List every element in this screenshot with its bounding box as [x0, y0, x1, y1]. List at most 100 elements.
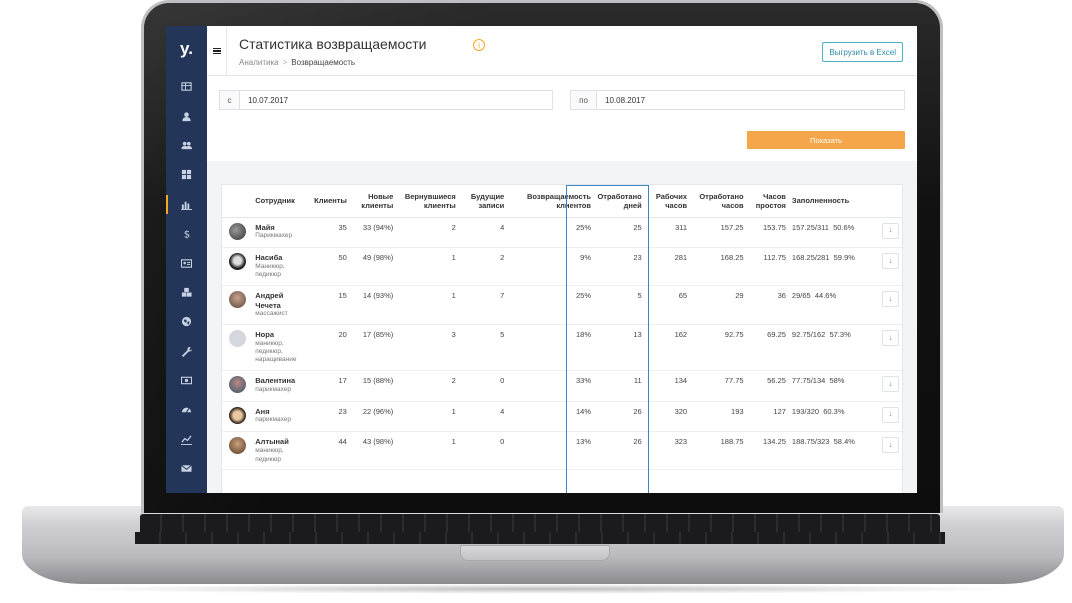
table-row: Майя Парикмахер 35 33 (94%) 2 4 25% 25 311 157.25… [222, 217, 902, 249]
breadcrumb-analytics[interactable]: Аналитика [239, 58, 279, 67]
idle-hours-cell: 134.25 [746, 431, 789, 470]
work-hours-cell: 323 [644, 431, 691, 470]
returned-clients-cell: 2 [396, 217, 459, 249]
employee-name[interactable]: Андрей Чечета [255, 291, 308, 311]
download-icon[interactable]: ↓ [882, 290, 899, 307]
header-fill[interactable]: Заполненность [788, 185, 878, 218]
fill-percent: 44.6% [814, 290, 837, 300]
sidebar-item-users[interactable] [166, 131, 207, 160]
future-bookings-cell: 7 [458, 285, 508, 325]
sidebar-item-table[interactable] [166, 72, 207, 101]
date-from-prefix: с [220, 91, 240, 109]
fill-ratio: 193/320 [791, 406, 820, 416]
return-stats-table: Сотрудник Клиенты Новые клиенты Вернувши… [221, 184, 903, 493]
download-icon[interactable]: ↓ [882, 375, 899, 392]
mail-icon [181, 465, 192, 472]
sidebar-item-id-card[interactable] [166, 248, 207, 277]
employee-role: парикмахер [255, 416, 291, 424]
employee-name[interactable]: Майя [255, 223, 308, 233]
employee-name[interactable]: Насиба [255, 253, 308, 263]
new-clients-cell: 33 (94%) [349, 217, 397, 249]
header-work-hours[interactable]: Рабочих часов [644, 185, 691, 218]
dashboard-icon [181, 408, 192, 414]
info-icon[interactable]: i [473, 39, 485, 51]
sidebar-item-line-chart[interactable] [166, 425, 207, 454]
date-to-field[interactable]: по 10.08.2017 [570, 90, 905, 110]
sidebar-item-grid[interactable] [166, 160, 207, 189]
days-worked-cell: 5 [594, 285, 645, 325]
download-icon[interactable]: ↓ [882, 222, 899, 239]
returned-clients-cell: 1 [396, 285, 459, 325]
idle-hours-cell: 112.75 [746, 247, 789, 286]
employee-name[interactable]: Валентина [255, 376, 308, 386]
table-row: Валентина парикмахер 17 15 (88%) 2 0 33% 11 134 7… [222, 370, 902, 402]
sidebar-item-money[interactable] [166, 366, 207, 395]
breadcrumb-current: Возвращаемость [291, 58, 356, 67]
table-row: Нора маникюр, педикюр, наращивание 20 17 (85%… [222, 324, 902, 371]
sidebar-item-mail[interactable] [166, 454, 207, 483]
header-future-bookings[interactable]: Будущие записи [458, 185, 508, 218]
worked-hours-cell: 92.75 [690, 324, 747, 371]
page-title: Статистика возвращаемости [239, 36, 427, 52]
header-returned-clients[interactable]: Вернувшиеся клиенты [396, 185, 459, 218]
employee-name[interactable]: Нора [255, 330, 308, 340]
new-clients-cell: 15 (88%) [349, 370, 397, 402]
new-clients-cell: 49 (98%) [349, 247, 397, 286]
breadcrumb-separator: > [282, 58, 288, 67]
clients-cell: 50 [310, 247, 350, 286]
sidebar-item-globe[interactable] [166, 307, 207, 336]
app-screen: y. $ Статистика возвращаемости i Аналити… [166, 26, 917, 493]
date-to-value[interactable]: 10.08.2017 [597, 91, 645, 109]
header-idle-hours[interactable]: Часов простоя [746, 185, 789, 218]
employee-role: Маникюр, педикюр [255, 263, 285, 279]
line-chart-icon [181, 435, 192, 445]
new-clients-cell: 17 (85%) [349, 324, 397, 371]
days-worked-cell: 11 [594, 370, 645, 402]
header-clients[interactable]: Клиенты [310, 185, 350, 218]
employee-role: маникюр, педикюр, наращивание [255, 339, 297, 364]
header-return-rate[interactable]: Возвращаемость клиентов [507, 185, 594, 218]
fill-ratio: 92.75/162 [791, 329, 826, 339]
sidebar-item-dashboard[interactable] [166, 395, 207, 424]
avatar [229, 329, 246, 347]
download-icon[interactable]: ↓ [882, 406, 899, 423]
download-icon[interactable]: ↓ [882, 329, 899, 346]
worked-hours-cell: 29 [690, 285, 747, 325]
avatar [229, 375, 246, 393]
menu-icon[interactable] [207, 26, 227, 76]
sidebar-item-bar-chart[interactable] [166, 190, 207, 219]
svg-text:$: $ [184, 230, 190, 239]
header-employee[interactable]: Сотрудник [252, 185, 311, 218]
export-excel-button[interactable]: Выгрузить в Excel [822, 42, 903, 62]
employee-name[interactable]: Алтынай [255, 437, 308, 447]
download-icon[interactable]: ↓ [882, 437, 899, 454]
clients-cell: 35 [310, 217, 350, 249]
show-button[interactable]: Показать [747, 131, 905, 149]
work-hours-cell: 281 [644, 247, 691, 286]
sidebar-item-cubes[interactable] [166, 278, 207, 307]
breadcrumb: Аналитика > Возвращаемость [239, 58, 355, 67]
avatar [229, 253, 246, 271]
date-from-value[interactable]: 10.07.2017 [240, 91, 288, 109]
header-avatar [222, 185, 253, 218]
work-hours-cell: 311 [644, 217, 691, 249]
header-new-clients[interactable]: Новые клиенты [349, 185, 397, 218]
header-actions [877, 185, 902, 218]
sidebar-item-dollar[interactable]: $ [166, 219, 207, 248]
avatar [229, 406, 246, 424]
download-icon[interactable]: ↓ [882, 253, 899, 270]
idle-hours-cell: 69.25 [746, 324, 789, 371]
dollar-icon: $ [184, 230, 190, 239]
header-worked-hours[interactable]: Отработано часов [690, 185, 747, 218]
app-logo[interactable]: y. [166, 26, 207, 72]
date-from-field[interactable]: с 10.07.2017 [219, 90, 553, 110]
header-days-worked[interactable]: Отработано дней [594, 185, 645, 218]
new-clients-cell: 22 (96%) [349, 401, 397, 433]
sidebar-item-user[interactable] [166, 101, 207, 130]
future-bookings-cell: 4 [458, 217, 508, 249]
sidebar-item-wrench[interactable] [166, 337, 207, 366]
money-icon [181, 376, 192, 385]
worked-hours-cell: 157.25 [690, 217, 747, 249]
employee-name[interactable]: Аня [255, 407, 308, 417]
employee-role: массажист [255, 310, 288, 318]
